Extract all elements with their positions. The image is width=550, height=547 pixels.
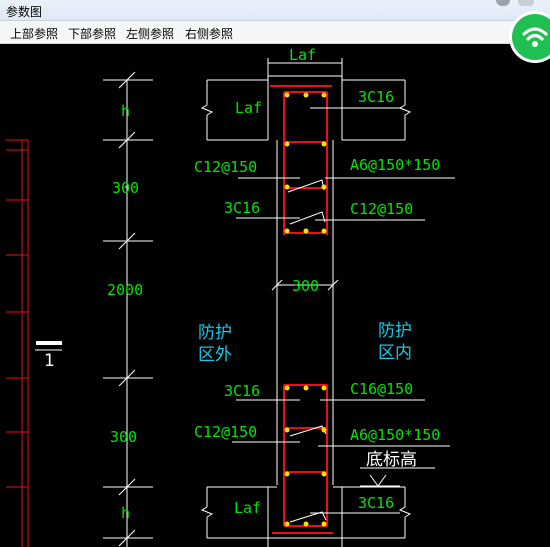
title-bar: 参数图	[0, 0, 550, 21]
dim-bottom-h: h	[121, 504, 130, 522]
label-stirrup-lower-left: C12@150	[194, 423, 257, 441]
label-bar-top: 3C16	[358, 88, 394, 106]
left-dimension-chain	[103, 71, 153, 547]
menu-bar: 上部参照 下部参照 左侧参照 右侧参照	[0, 21, 550, 44]
drawing-svg: 1 h 300 2000 300 h Laf 300 Laf 3C16 C12@…	[6, 46, 455, 547]
rebar-dots	[284, 92, 327, 527]
label-inside-1: 防护	[378, 321, 412, 341]
label-laf-top: Laf	[235, 99, 262, 117]
label-outside-1: 防护	[198, 323, 232, 343]
label-stirrup-upper-right: C12@150	[350, 200, 413, 218]
dim-top-h: h	[121, 102, 130, 120]
menu-right-ref[interactable]: 右侧参照	[185, 25, 233, 42]
wall-outline	[200, 75, 412, 547]
label-tie-lower: A6@150*150	[350, 426, 440, 444]
label-bar-lower-left: 3C16	[224, 382, 260, 400]
window-control-icon[interactable]	[496, 0, 510, 6]
label-bar-bottom: 3C16	[358, 494, 394, 512]
rebar-lower	[272, 384, 333, 534]
section-mark-bar	[36, 341, 62, 345]
label-bottom-elevation: 底标高	[366, 450, 417, 470]
dim-wall-300: 300	[292, 277, 319, 295]
menu-left-ref[interactable]: 左侧参照	[126, 25, 174, 42]
drawing-canvas[interactable]: 1 h 300 2000 300 h Laf 300 Laf 3C16 C12@…	[6, 44, 550, 547]
label-outside-2: 区外	[198, 345, 232, 365]
menu-bottom-ref[interactable]: 下部参照	[68, 25, 116, 42]
section-mark-label: 1	[44, 351, 55, 371]
menu-top-ref[interactable]: 上部参照	[10, 25, 58, 42]
wifi-badge[interactable]	[512, 14, 550, 60]
window-title: 参数图	[6, 5, 43, 19]
dim-top-laf: Laf	[289, 46, 316, 64]
window-close-icon[interactable]	[518, 0, 534, 6]
wifi-icon	[522, 27, 548, 47]
label-stirrup-lower-right: C16@150	[350, 380, 413, 398]
label-laf-bottom: Laf	[234, 499, 261, 517]
label-tie-upper: A6@150*150	[350, 156, 440, 174]
dim-lower-300: 300	[110, 428, 137, 446]
label-inside-2: 区内	[378, 343, 412, 363]
label-stirrup-upper-left: C12@150	[194, 158, 257, 176]
dim-upper-300: 300	[112, 179, 139, 197]
left-wall-lines	[6, 139, 29, 547]
label-bar-upper-left: 3C16	[224, 199, 260, 217]
dim-middle-2000: 2000	[107, 281, 143, 299]
